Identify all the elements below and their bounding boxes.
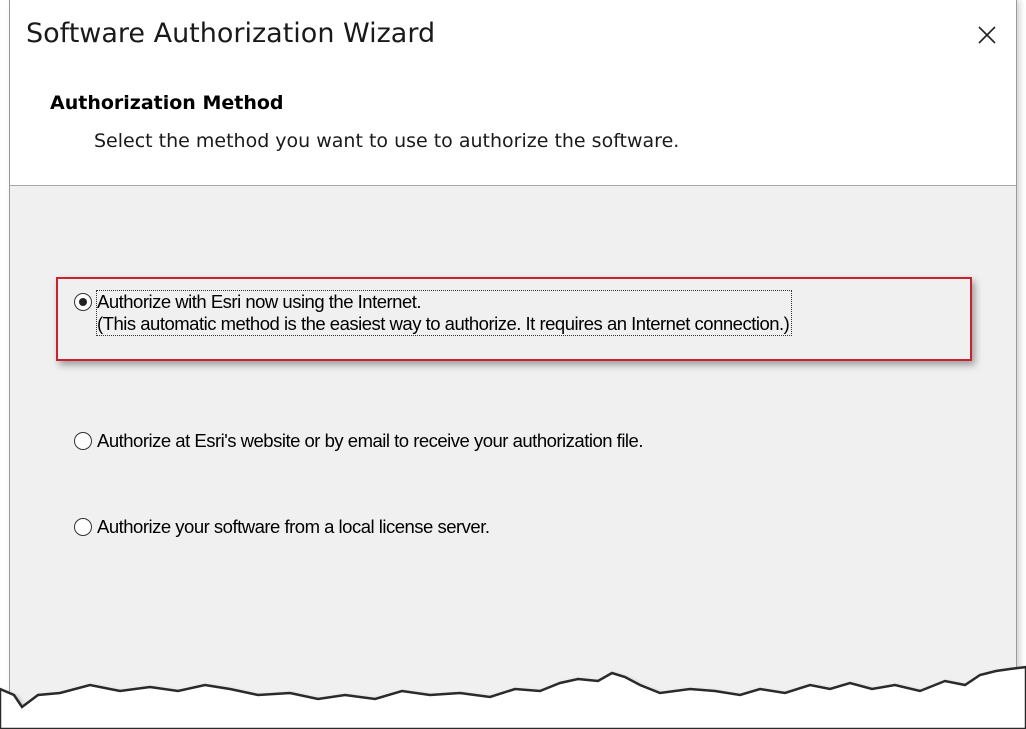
- radio-label-internet[interactable]: Authorize with Esri now using the Intern…: [95, 290, 793, 336]
- radio-option-internet[interactable]: Authorize with Esri now using the Intern…: [74, 290, 793, 336]
- window-title: Software Authorization Wizard: [26, 18, 436, 49]
- wizard-window: Software Authorization Wizard Authorizat…: [9, 0, 1017, 729]
- page-title: Authorization Method: [50, 92, 284, 114]
- page-subtitle: Select the method you want to use to aut…: [94, 130, 680, 152]
- radio-option-website-email[interactable]: Authorize at Esri's website or by email …: [74, 430, 643, 452]
- options-panel: Authorize with Esri now using the Intern…: [10, 186, 1016, 729]
- title-bar: Software Authorization Wizard: [10, 0, 1016, 80]
- torn-edge-decoration: [0, 665, 1026, 729]
- close-icon: [978, 26, 996, 44]
- radio-button-checked-icon[interactable]: [74, 293, 92, 311]
- radio-button-icon[interactable]: [74, 518, 92, 536]
- close-button[interactable]: [970, 18, 1004, 52]
- radio-label-internet-line2: (This automatic method is the easiest wa…: [97, 313, 790, 334]
- radio-label-internet-line1: Authorize with Esri now using the Intern…: [97, 291, 422, 312]
- radio-label-website-email[interactable]: Authorize at Esri's website or by email …: [97, 430, 643, 452]
- radio-label-license-server[interactable]: Authorize your software from a local lic…: [97, 516, 490, 538]
- radio-button-icon[interactable]: [74, 432, 92, 450]
- header-panel: Authorization Method Select the method y…: [10, 80, 1016, 186]
- radio-option-license-server[interactable]: Authorize your software from a local lic…: [74, 516, 490, 538]
- screenshot-canvas: Software Authorization Wizard Authorizat…: [0, 0, 1026, 729]
